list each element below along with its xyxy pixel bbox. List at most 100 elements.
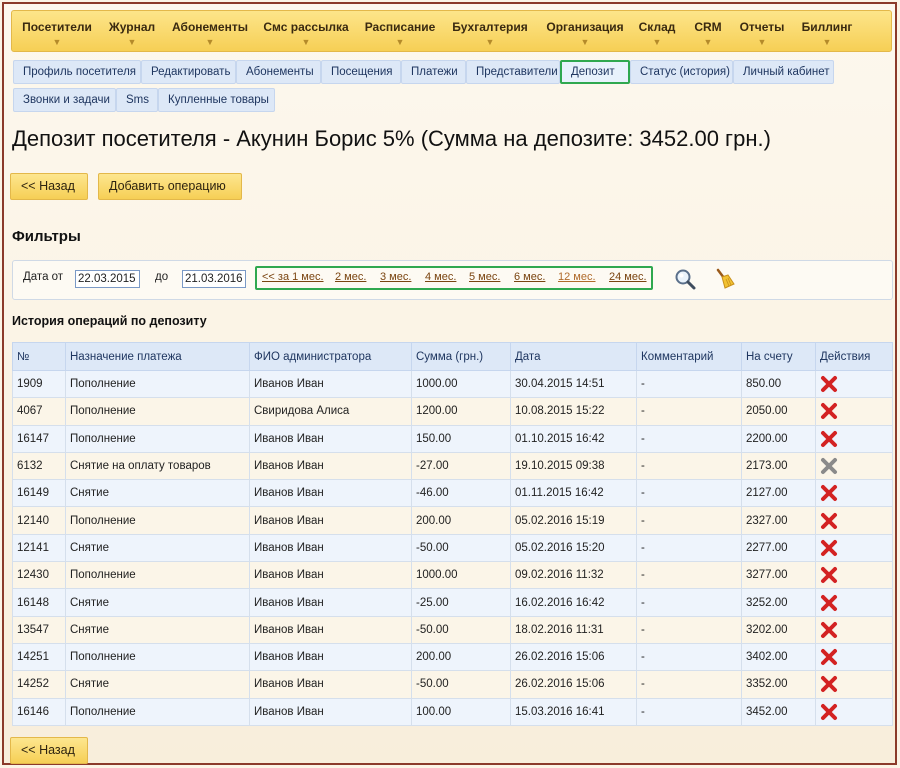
menu-item-crm[interactable]: CRM ▼ (688, 11, 728, 51)
menu-item-visitors[interactable]: Посетители ▼ (18, 11, 96, 51)
cell-balance: 2327.00 (741, 506, 816, 535)
cell-number: 14252 (12, 670, 66, 699)
cell-purpose: Снятие (65, 615, 250, 644)
cell-comment: - (636, 479, 742, 508)
delete-cross-icon[interactable] (820, 539, 838, 557)
period-link-2-months[interactable]: 2 мес. (335, 271, 366, 283)
table-header-row: № Назначение платежа ФИО администратора … (12, 342, 893, 371)
cell-number: 14251 (12, 642, 66, 672)
cell-balance: 2277.00 (741, 533, 816, 563)
cell-date: 09.02.2016 11:32 (510, 561, 637, 590)
delete-cross-icon[interactable] (820, 430, 838, 448)
cell-actions (815, 479, 893, 508)
menu-item-journal[interactable]: Журнал ▼ (104, 11, 160, 51)
cell-amount: -50.00 (411, 533, 511, 563)
cell-purpose: Снятие (65, 479, 250, 508)
delete-cross-icon[interactable] (820, 594, 838, 612)
tab-edit[interactable]: Редактировать (141, 60, 236, 84)
delete-cross-icon[interactable] (820, 675, 838, 693)
menu-item-reports[interactable]: Отчеты ▼ (736, 11, 788, 51)
menu-item-label: Посетители (22, 20, 92, 34)
cell-amount: -50.00 (411, 615, 511, 644)
tab-status-history[interactable]: Статус (история) (630, 60, 733, 84)
cell-comment: - (636, 397, 742, 426)
tab-deposit[interactable]: Депозит (560, 60, 630, 84)
cell-balance: 3252.00 (741, 588, 816, 617)
delete-cross-icon[interactable] (820, 402, 838, 420)
broom-icon[interactable] (713, 267, 737, 291)
cell-date: 10.08.2015 15:22 (510, 397, 637, 426)
delete-cross-icon[interactable] (820, 566, 838, 584)
delete-cross-icon[interactable] (820, 375, 838, 393)
menu-item-billing[interactable]: Биллинг ▼ (798, 11, 856, 51)
cell-admin: Иванов Иван (249, 588, 412, 617)
cell-balance: 2127.00 (741, 479, 816, 508)
tab-purchased-goods[interactable]: Купленные товары (158, 88, 275, 112)
menu-item-schedule[interactable]: Расписание ▼ (360, 11, 440, 51)
cell-comment: - (636, 369, 742, 399)
search-icon[interactable] (673, 267, 697, 291)
delete-cross-icon[interactable] (820, 484, 838, 502)
cell-balance: 2173.00 (741, 451, 816, 481)
date-to-label: до (155, 271, 169, 283)
visitor-tabs-row-1: Профиль посетителя Редактировать Абонеме… (13, 60, 893, 84)
cell-number: 6132 (12, 451, 66, 481)
delete-cross-icon[interactable] (820, 703, 838, 721)
back-button[interactable]: << Назад (10, 173, 88, 200)
tab-subscriptions[interactable]: Абонементы (236, 60, 321, 84)
delete-cross-icon[interactable] (820, 621, 838, 639)
cell-admin: Иванов Иван (249, 642, 412, 672)
cell-comment: - (636, 561, 742, 590)
menu-item-sms[interactable]: Смс рассылка ▼ (260, 11, 352, 51)
tab-profile[interactable]: Профиль посетителя (13, 60, 141, 84)
cell-date: 26.02.2016 15:06 (510, 670, 637, 699)
cell-number: 16146 (12, 697, 66, 726)
filters-panel: Дата от до << за 1 мес. 2 мес. 3 мес. 4 … (12, 260, 893, 300)
period-links: << за 1 мес. 2 мес. 3 мес. 4 мес. 5 мес.… (255, 266, 653, 290)
cell-actions (815, 588, 893, 617)
cell-balance: 2050.00 (741, 397, 816, 426)
period-link-3-months[interactable]: 3 мес. (380, 271, 411, 283)
table-row: 1909 Пополнение Иванов Иван 1000.00 30.04.20… (12, 369, 893, 399)
cell-balance: 3202.00 (741, 615, 816, 644)
period-link-12-months[interactable]: 12 мес. (558, 271, 596, 283)
tab-sms[interactable]: Sms (116, 88, 158, 112)
cell-date: 16.02.2016 16:42 (510, 588, 637, 617)
page-frame: Посетители ▼ Журнал ▼ Абонементы ▼ Смс расс… (2, 2, 897, 765)
tab-calls-tasks[interactable]: Звонки и задачи (13, 88, 116, 112)
period-link-5-months[interactable]: 5 мес. (469, 271, 500, 283)
cell-purpose: Пополнение (65, 642, 250, 672)
cell-admin: Иванов Иван (249, 615, 412, 644)
period-link-24-months[interactable]: 24 мес. (609, 271, 647, 283)
column-header-number: № (12, 342, 66, 371)
table-row: 16146 Пополнение Иванов Иван 100.00 15.03.20… (12, 697, 893, 726)
menu-item-warehouse[interactable]: Склад ▼ (634, 11, 680, 51)
menu-item-label: CRM (694, 20, 722, 34)
menu-item-subscriptions[interactable]: Абонементы ▼ (168, 11, 252, 51)
date-from-label: Дата от (23, 271, 64, 283)
tab-visits[interactable]: Посещения (321, 60, 401, 84)
cell-balance: 2200.00 (741, 424, 816, 453)
tab-representatives[interactable]: Представители (466, 60, 560, 84)
add-operation-button[interactable]: Добавить операцию (98, 173, 242, 200)
cell-purpose: Снятие (65, 533, 250, 563)
column-header-admin: ФИО администратора (249, 342, 412, 371)
cell-balance: 3277.00 (741, 561, 816, 590)
period-link-6-months[interactable]: 6 мес. (514, 271, 545, 283)
cell-purpose: Снятие на оплату товаров (65, 451, 250, 481)
tab-personal-account[interactable]: Личный кабинет (733, 60, 834, 84)
tab-payments[interactable]: Платежи (401, 60, 466, 84)
back-button-bottom[interactable]: << Назад (10, 737, 88, 764)
delete-cross-icon[interactable] (820, 512, 838, 530)
cell-number: 12141 (12, 533, 66, 563)
date-to-input[interactable] (182, 270, 246, 288)
cell-admin: Иванов Иван (249, 697, 412, 726)
menu-item-accounting[interactable]: Бухгалтерия ▼ (448, 11, 532, 51)
date-from-input[interactable] (75, 270, 140, 288)
delete-cross-icon[interactable] (820, 648, 838, 666)
period-link-1-month[interactable]: << за 1 мес. (262, 271, 324, 283)
cell-comment: - (636, 506, 742, 535)
period-link-4-months[interactable]: 4 мес. (425, 271, 456, 283)
menu-item-label: Расписание (364, 20, 436, 34)
menu-item-organization[interactable]: Организация ▼ (540, 11, 630, 51)
